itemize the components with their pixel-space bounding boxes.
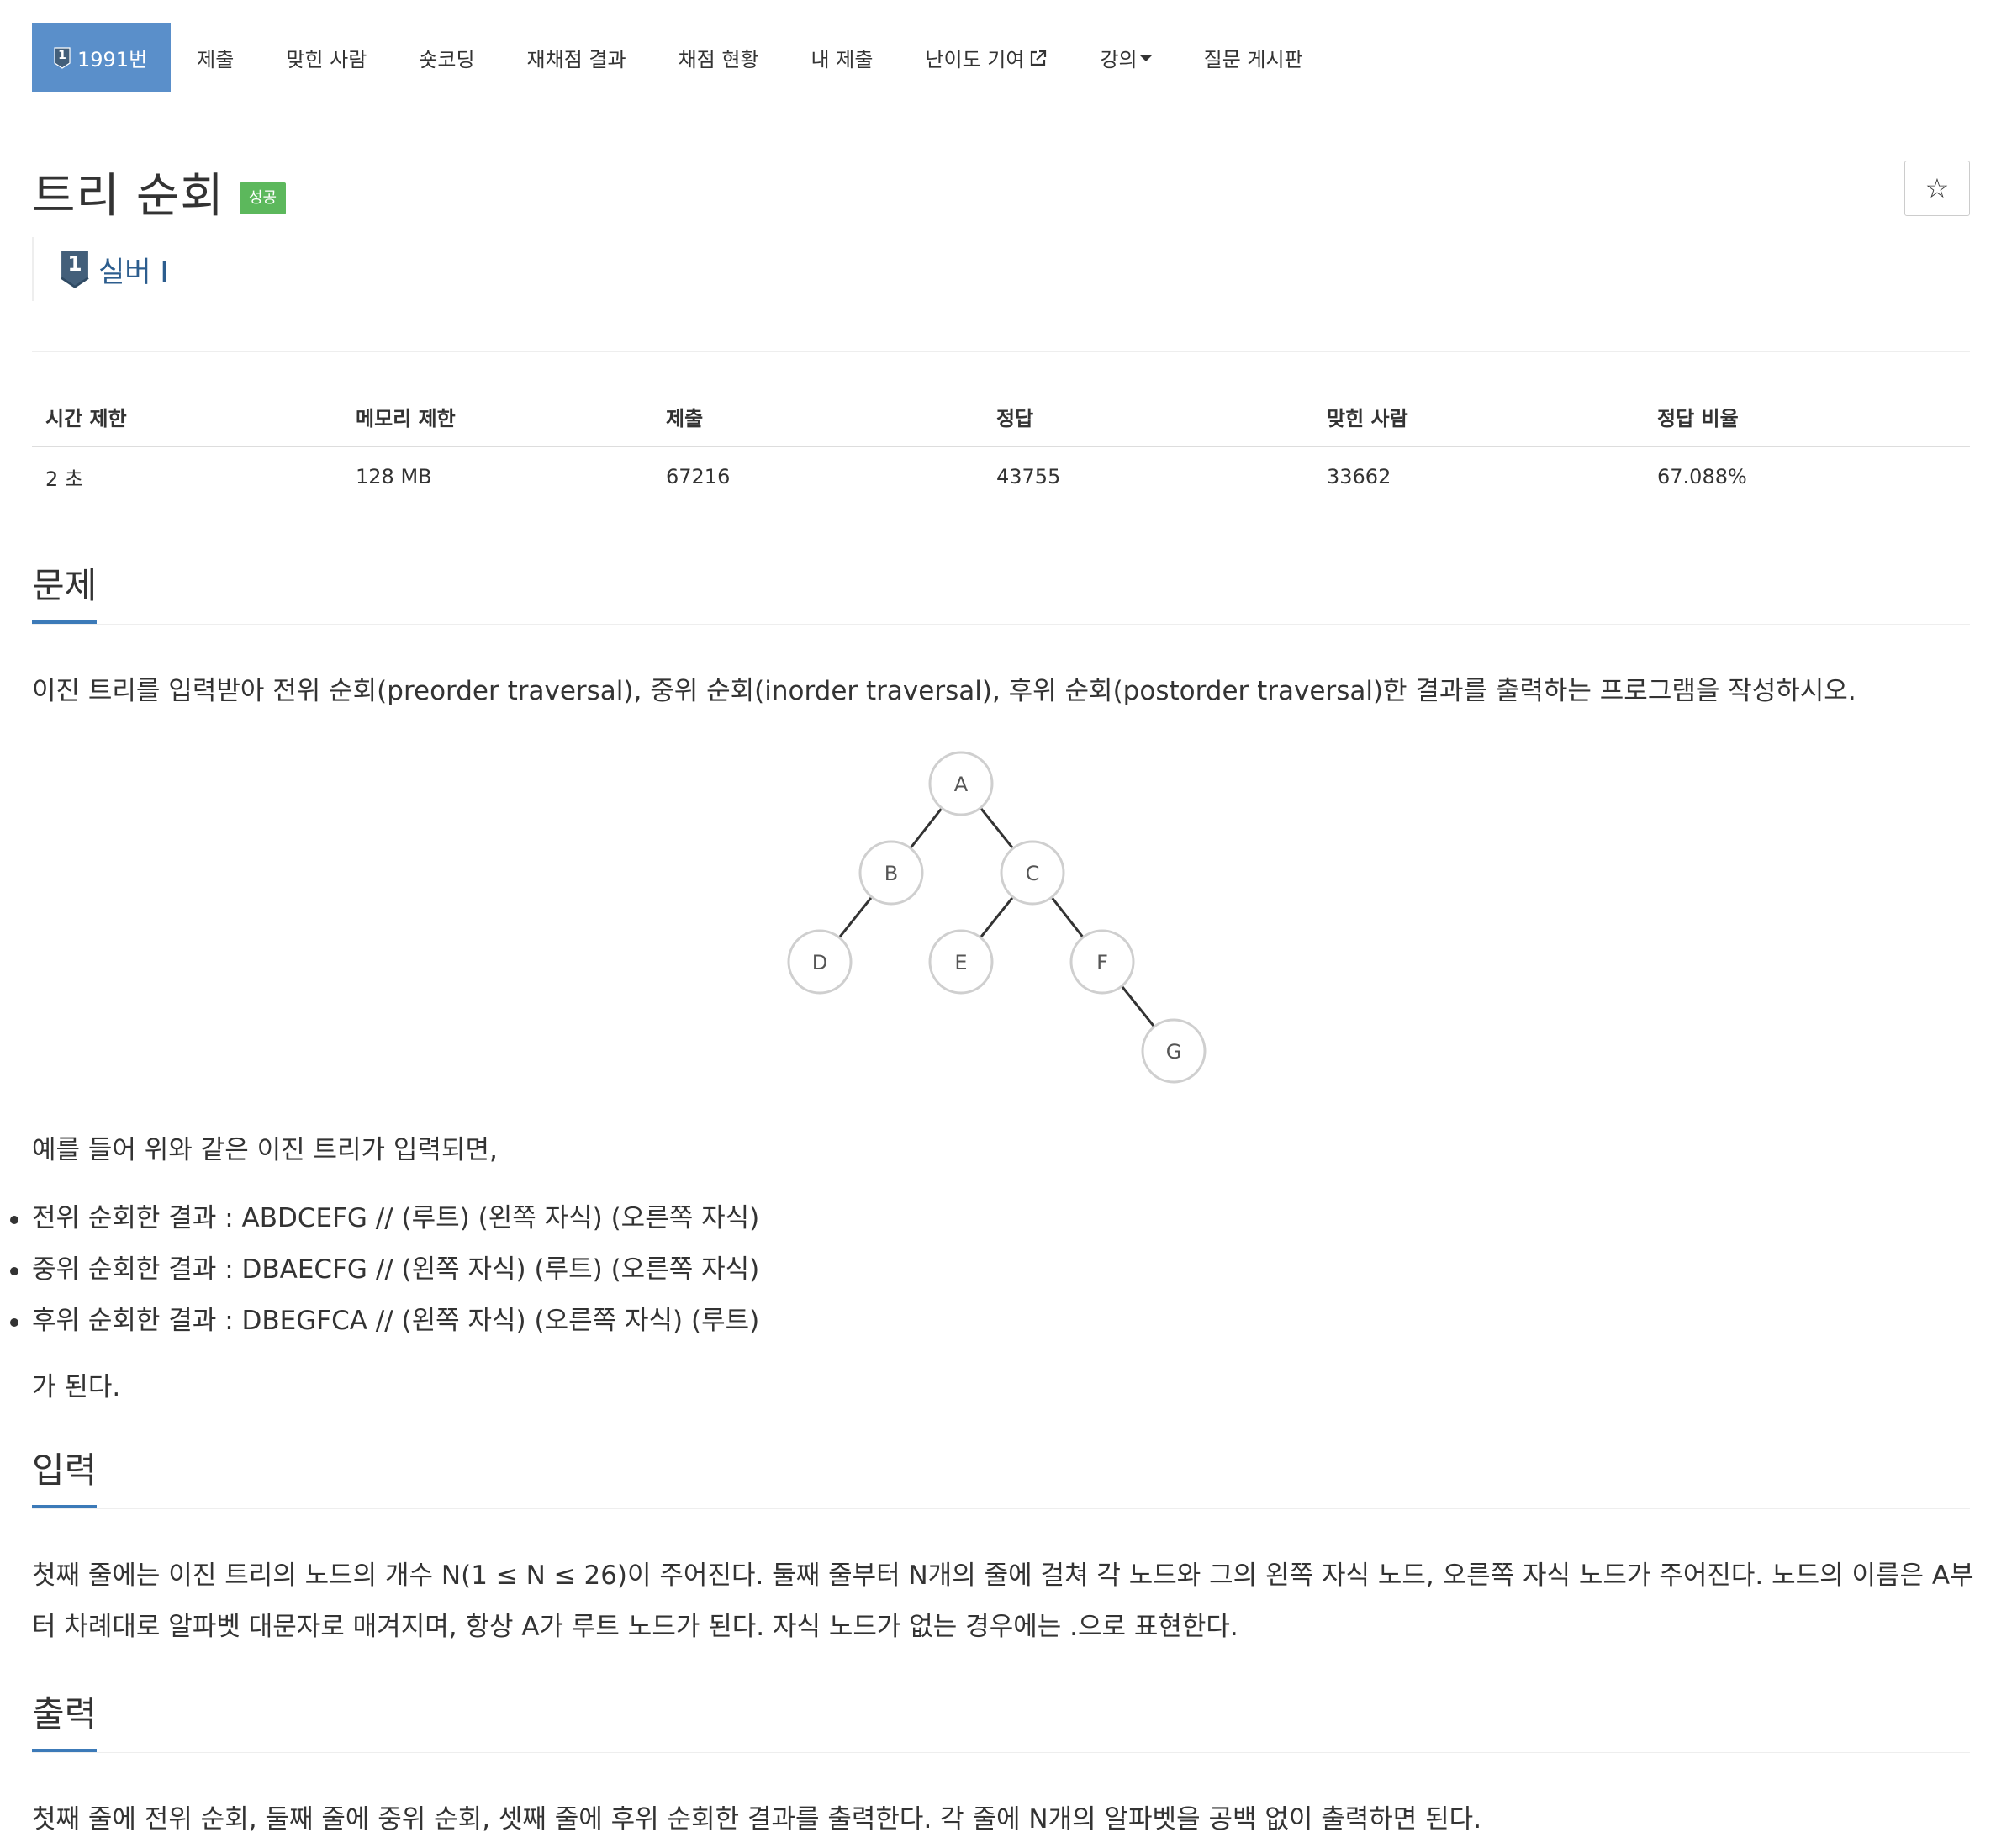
header-memory-limit: 메모리 제한 [342, 387, 652, 447]
tree-edge-c-e [979, 895, 1015, 939]
nav-tab-problem[interactable]: 1 1991번 [32, 23, 172, 92]
value-accept-ratio: 67.088% [1657, 465, 1747, 488]
nav-tab-label: 질문 게시판 [1203, 48, 1303, 71]
nav-tab-label: 채점 현황 [678, 48, 759, 71]
nav-tab-label: 숏코딩 [419, 48, 475, 71]
nav-tab-status[interactable]: 채점 현황 [652, 23, 785, 92]
tree-edge-a-b [909, 807, 943, 849]
section-title-output: 출력 [32, 1686, 98, 1752]
nav-tab-rejudge[interactable]: 재채점 결과 [501, 23, 652, 92]
problem-nav: 1 1991번 제출 맞힌 사람 숏코딩 재채점 결과 채점 현황 내 제출 난… [32, 23, 1329, 92]
tree-edge-c-f [1050, 896, 1085, 938]
header-submissions: 제출 [652, 387, 983, 447]
problem-page: 1 1991번 제출 맞힌 사람 숏코딩 재채점 결과 채점 현황 내 제출 난… [0, 0, 1996, 1848]
tree-node-label: D [812, 951, 827, 974]
nav-tab-short-coding[interactable]: 숏코딩 [393, 23, 500, 92]
problem-info-table: 시간 제한 메모리 제한 제출 정답 맞힌 사람 정답 비율 2 초 128 M… [32, 387, 1970, 506]
list-item: 후위 순회한 결과 : DBEGFCA // (왼쪽 자식) (오른쪽 자식) … [9, 1296, 759, 1347]
tree-node-g: G [1141, 1018, 1207, 1084]
tree-edge-a-c [979, 806, 1015, 850]
table-header-row: 시간 제한 메모리 제한 제출 정답 맞힌 사람 정답 비율 [32, 387, 1970, 447]
value-solvers: 33662 [1327, 465, 1391, 488]
tree-node-c: C [1000, 840, 1065, 906]
value-time-limit: 2 초 [45, 467, 83, 491]
tree-node-a: A [928, 751, 994, 816]
header-time-limit: 시간 제한 [32, 387, 342, 447]
header-accepted: 정답 [983, 387, 1313, 447]
output-description: 첫째 줄에 전위 순회, 둘째 줄에 중위 순회, 셋째 줄에 후위 순회한 결… [32, 1804, 1482, 1835]
external-link-icon [1031, 50, 1047, 66]
binary-tree-svg: A B C D E F G [787, 751, 1207, 1084]
header-solvers: 맞힌 사람 [1313, 387, 1644, 447]
caret-down-icon [1139, 55, 1152, 61]
table-row: 2 초 128 MB 67216 43755 33662 67.088% [32, 446, 1970, 506]
nav-tab-label: 내 제출 [811, 48, 874, 71]
tree-edge-b-d [837, 895, 874, 939]
tree-node-d: D [787, 929, 853, 995]
tree-node-label: F [1096, 951, 1108, 974]
nav-tab-lectures[interactable]: 강의 [1074, 23, 1177, 92]
list-item: 전위 순회한 결과 : ABDCEFG // (루트) (왼쪽 자식) (오른쪽… [9, 1193, 759, 1244]
title-row: 트리 순회 성공 [32, 158, 287, 226]
nav-tab-label: 1991번 [77, 48, 148, 71]
section-title-input: 입력 [32, 1442, 98, 1508]
favorite-star-button[interactable]: ☆ [1904, 161, 1970, 216]
nav-tab-label: 난이도 기여 [925, 48, 1025, 71]
value-memory-limit: 128 MB [356, 465, 432, 488]
input-description: 첫째 줄에는 이진 트리의 노드의 개수 N(1 ≤ N ≤ 26)이 주어진다… [32, 1560, 1974, 1642]
tree-node-b: B [858, 840, 924, 906]
value-submissions: 67216 [666, 465, 731, 488]
nav-tab-my-submissions[interactable]: 내 제출 [785, 23, 900, 92]
list-item: 중위 순회한 결과 : DBAECFG // (왼쪽 자식) (루트) (오른쪽… [9, 1244, 759, 1296]
tree-node-label: B [884, 862, 898, 885]
section-title-problem: 문제 [32, 557, 98, 624]
tier-row: 1 실버 I [32, 237, 168, 301]
traversal-result-list: 전위 순회한 결과 : ABDCEFG // (루트) (왼쪽 자식) (오른쪽… [9, 1193, 759, 1347]
nav-tab-label: 재채점 결과 [526, 48, 626, 71]
tier-label[interactable]: 실버 I [98, 249, 168, 290]
nav-tab-qna[interactable]: 질문 게시판 [1178, 23, 1329, 92]
divider [32, 351, 1970, 352]
problem-description: 이진 트리를 입력받아 전위 순회(preorder traversal), 중… [32, 676, 1856, 706]
nav-tab-label: 맞힌 사람 [286, 48, 367, 71]
status-badge: 성공 [239, 182, 287, 214]
nav-tab-label: 제출 [197, 48, 235, 71]
star-icon: ☆ [1925, 172, 1950, 204]
tree-node-label: C [1026, 862, 1040, 885]
header-accept-ratio: 정답 비율 [1644, 387, 1970, 447]
tree-edge-f-g [1120, 985, 1156, 1028]
tier-badge-number: 1 [67, 251, 82, 276]
example-closing: 가 된다. [32, 1372, 121, 1402]
binary-tree-diagram: A B C D E F G [782, 748, 1219, 1101]
section-header-output: 출력 [32, 1688, 1970, 1753]
tree-node-e: E [928, 929, 994, 995]
section-header-input: 입력 [32, 1444, 1970, 1509]
nav-tab-solvers[interactable]: 맞힌 사람 [260, 23, 393, 92]
section-header-problem: 문제 [32, 560, 1970, 625]
silver-tier-icon: 1 [54, 46, 71, 69]
nav-tab-difficulty[interactable]: 난이도 기여 [899, 23, 1074, 92]
tree-node-label: E [954, 951, 967, 974]
example-lead: 예를 들어 위와 같은 이진 트리가 입력되면, [32, 1135, 498, 1165]
page-title: 트리 순회 [32, 169, 224, 224]
tree-node-label: G [1166, 1040, 1182, 1064]
tree-node-f: F [1069, 929, 1135, 995]
nav-tab-submit[interactable]: 제출 [171, 23, 260, 92]
value-accepted: 43755 [996, 465, 1061, 488]
silver-tier-icon: 1 [61, 251, 89, 288]
tree-node-label: A [954, 773, 969, 796]
tier-badge-number: 1 [58, 49, 66, 62]
nav-tab-label: 강의 [1100, 48, 1138, 71]
